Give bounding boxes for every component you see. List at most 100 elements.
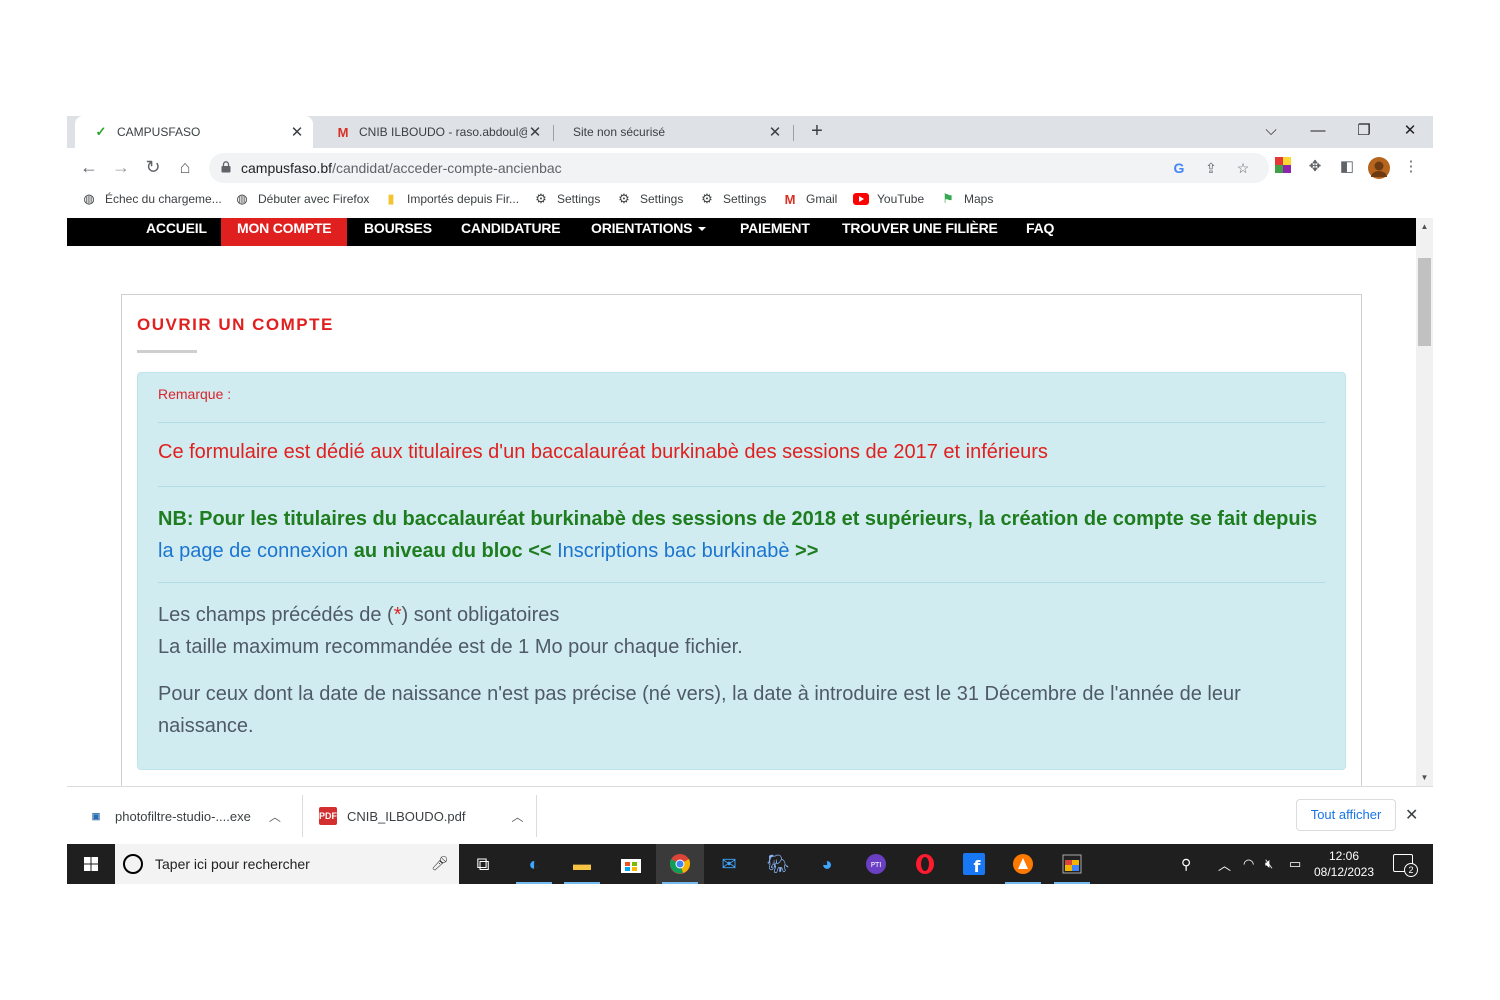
start-button[interactable] bbox=[67, 844, 115, 884]
nav-candidature[interactable]: CANDIDATURE bbox=[461, 218, 561, 246]
divider bbox=[302, 795, 303, 837]
nav-bourses[interactable]: BOURSES bbox=[364, 218, 432, 246]
divider bbox=[158, 486, 1325, 487]
browser-toolbar: ← → ↻ ⌂ campusfaso.bf/candidat/acceder-c… bbox=[67, 148, 1433, 186]
download-filename: photofiltre-studio-....exe bbox=[115, 808, 251, 824]
taskbar-search[interactable]: Taper ici pour rechercher 🎤︎ bbox=[115, 844, 459, 884]
close-downloads-icon[interactable]: ✕ bbox=[1405, 805, 1418, 825]
facebook-icon[interactable]: f bbox=[950, 844, 998, 884]
profile-avatar[interactable] bbox=[1368, 157, 1390, 179]
close-tab-icon[interactable]: ✕ bbox=[767, 123, 783, 141]
bookmark-item[interactable]: ⚑ Maps bbox=[940, 191, 993, 207]
google-icon[interactable]: G bbox=[1169, 158, 1189, 178]
wifi-icon[interactable]: ◠ bbox=[1243, 844, 1254, 884]
chrome-icon[interactable] bbox=[656, 844, 704, 884]
inscriptions-bac-link[interactable]: Inscriptions bac burkinabè bbox=[557, 540, 789, 562]
task-view-icon[interactable]: ⧉ bbox=[459, 844, 507, 884]
mail-icon[interactable]: ✉ bbox=[705, 844, 753, 884]
notification-center-icon[interactable]: 2 bbox=[1393, 854, 1418, 877]
bookmark-item[interactable]: ⚙ Settings bbox=[533, 191, 600, 207]
svg-text:f: f bbox=[974, 857, 982, 875]
nav-orientations[interactable]: ORIENTATIONS bbox=[591, 218, 707, 246]
bookmark-item[interactable]: ◍ Échec du chargeme... bbox=[81, 191, 221, 207]
login-page-link[interactable]: la page de connexion bbox=[158, 540, 348, 562]
download-item[interactable]: PDF CNIB_ILBOUDO.pdf ︿ bbox=[319, 787, 524, 845]
open-account-panel: OUVRIR UN COMPTE Remarque : Ce formulair… bbox=[121, 294, 1362, 786]
avast-icon[interactable] bbox=[999, 844, 1047, 884]
microphone-icon[interactable]: 🎤︎ bbox=[431, 855, 449, 872]
nb-text: >> bbox=[795, 540, 819, 562]
close-window-button[interactable]: ✕ bbox=[1387, 116, 1433, 148]
divider bbox=[158, 422, 1325, 423]
clock-date: 08/12/2023 bbox=[1313, 865, 1375, 879]
menu-kebab-icon[interactable]: ⋮ bbox=[1401, 157, 1421, 177]
nav-paiement[interactable]: PAIEMENT bbox=[740, 218, 810, 246]
home-button[interactable]: ⌂ bbox=[173, 155, 197, 179]
forward-button[interactable]: → bbox=[109, 155, 133, 179]
nav-accueil[interactable]: ACCUEIL bbox=[146, 218, 207, 246]
restore-button[interactable]: ❐ bbox=[1341, 116, 1387, 148]
download-item[interactable]: ▣ photofiltre-studio-....exe ︿ bbox=[87, 787, 281, 845]
close-tab-icon[interactable]: ✕ bbox=[527, 123, 543, 141]
file-explorer-icon[interactable]: ▬ bbox=[558, 844, 606, 884]
url-domain: campusfaso.bf bbox=[241, 160, 333, 176]
bookmark-item[interactable]: YouTube bbox=[853, 191, 924, 207]
address-bar[interactable]: campusfaso.bf/candidat/acceder-compte-an… bbox=[209, 153, 1269, 183]
nav-trouver-une-filiere[interactable]: TROUVER UNE FILIÈRE bbox=[842, 218, 998, 246]
tab-campusfaso[interactable]: ✓ CAMPUSFASO ✕ bbox=[75, 116, 313, 148]
extensions-puzzle-icon[interactable]: ✥ bbox=[1305, 157, 1325, 177]
panel-title: OUVRIR UN COMPTE bbox=[137, 315, 334, 334]
tab-gmail[interactable]: M CNIB ILBOUDO - raso.abdoul@gm ✕ bbox=[317, 116, 551, 148]
reload-button[interactable]: ↻ bbox=[141, 155, 165, 179]
store-icon[interactable] bbox=[607, 844, 655, 884]
gear-icon: ⚙ bbox=[535, 191, 547, 206]
opera-icon[interactable] bbox=[901, 844, 949, 884]
chevron-up-icon[interactable]: ︿ bbox=[269, 808, 281, 825]
notification-count: 2 bbox=[1404, 863, 1418, 877]
scrollbar-thumb[interactable] bbox=[1418, 258, 1431, 346]
people-icon[interactable]: ⚲ bbox=[1181, 844, 1191, 884]
downloads-bar: ▣ photofiltre-studio-....exe ︿ PDF CNIB_… bbox=[67, 786, 1433, 844]
show-all-downloads-button[interactable]: Tout afficher bbox=[1296, 799, 1396, 831]
scroll-down-arrow-icon[interactable]: ▼ bbox=[1416, 769, 1433, 786]
page-scrollbar[interactable]: ▲ ▼ bbox=[1416, 218, 1433, 786]
show-hidden-icons-chevron-icon[interactable]: ︿ bbox=[1218, 844, 1231, 884]
bookmark-star-icon[interactable]: ☆ bbox=[1233, 158, 1253, 178]
bookmark-item[interactable]: ⚙ Settings bbox=[616, 191, 683, 207]
thunderbird-icon[interactable]: ◕ bbox=[803, 844, 851, 884]
minimize-button[interactable]: — bbox=[1295, 116, 1341, 148]
tab-title: CAMPUSFASO bbox=[117, 125, 201, 139]
windows-taskbar: Taper ici pour rechercher 🎤︎ ⧉ ◐ ▬ ✉ 🐘︎ … bbox=[67, 844, 1433, 884]
bookmark-item[interactable]: ◍ Débuter avec Firefox bbox=[234, 191, 369, 207]
download-filename: CNIB_ILBOUDO.pdf bbox=[347, 808, 466, 824]
folder-icon: ▮ bbox=[387, 191, 395, 206]
new-tab-button[interactable]: + bbox=[805, 120, 829, 144]
share-icon[interactable]: ⇪ bbox=[1201, 158, 1221, 178]
postgresql-icon[interactable]: 🐘︎ bbox=[754, 844, 802, 884]
nav-faq[interactable]: FAQ bbox=[1026, 218, 1054, 246]
pti-app-icon[interactable]: PTI bbox=[852, 844, 900, 884]
volume-muted-icon[interactable]: 🔇︎ bbox=[1265, 844, 1273, 884]
tab-site-non-securise[interactable]: Site non sécurisé ✕ bbox=[555, 116, 791, 148]
screen: ✓ CAMPUSFASO ✕ M CNIB ILBOUDO - raso.abd… bbox=[67, 116, 1433, 884]
campusfaso-favicon-icon: ✓ bbox=[95, 124, 107, 139]
scroll-up-arrow-icon[interactable]: ▲ bbox=[1416, 218, 1433, 235]
nav-mon-compte[interactable]: MON COMPTE bbox=[221, 218, 348, 246]
side-panel-icon[interactable]: ◧ bbox=[1337, 157, 1357, 177]
pdf-file-icon: PDF bbox=[319, 807, 337, 825]
taskbar-clock[interactable]: 12:06 08/12/2023 bbox=[1311, 848, 1377, 880]
back-button[interactable]: ← bbox=[77, 155, 101, 179]
gear-icon: ⚙ bbox=[701, 191, 713, 206]
photofiltre-studio-icon[interactable] bbox=[1048, 844, 1096, 884]
close-tab-icon[interactable]: ✕ bbox=[289, 123, 305, 141]
birth-date-notice: Pour ceux dont la date de naissance n'es… bbox=[158, 683, 1241, 737]
gmail-icon: M bbox=[784, 191, 796, 207]
color-extension-icon[interactable] bbox=[1273, 157, 1293, 177]
bookmark-item[interactable]: ⚙ Settings bbox=[699, 191, 766, 207]
battery-icon[interactable]: ▭ bbox=[1289, 844, 1301, 884]
tab-search-chevron-icon[interactable]: ⌵ bbox=[1248, 116, 1294, 148]
edge-icon[interactable]: ◐ bbox=[510, 844, 558, 884]
bookmark-item[interactable]: M Gmail bbox=[782, 191, 838, 207]
bookmark-item[interactable]: ▮ Importés depuis Fir... bbox=[383, 191, 519, 207]
chevron-up-icon[interactable]: ︿ bbox=[512, 808, 524, 825]
